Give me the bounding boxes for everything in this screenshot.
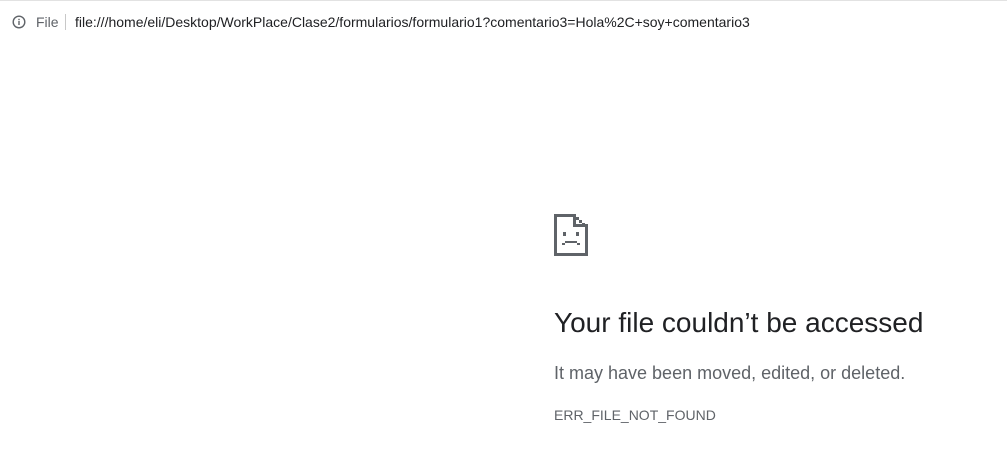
info-icon[interactable] [12, 15, 26, 29]
address-bar[interactable]: File file:///home/eli/Desktop/WorkPlace/… [0, 1, 1007, 41]
error-description: It may have been moved, edited, or delet… [554, 363, 906, 383]
site-info-label[interactable]: File [36, 14, 59, 30]
address-bar-divider [65, 14, 66, 30]
url-text[interactable]: file:///home/eli/Desktop/WorkPlace/Clase… [75, 14, 750, 30]
sad-file-icon [554, 214, 588, 256]
error-title: Your file couldn’t be accessed [554, 307, 924, 338]
error-code: ERR_FILE_NOT_FOUND [554, 407, 716, 423]
